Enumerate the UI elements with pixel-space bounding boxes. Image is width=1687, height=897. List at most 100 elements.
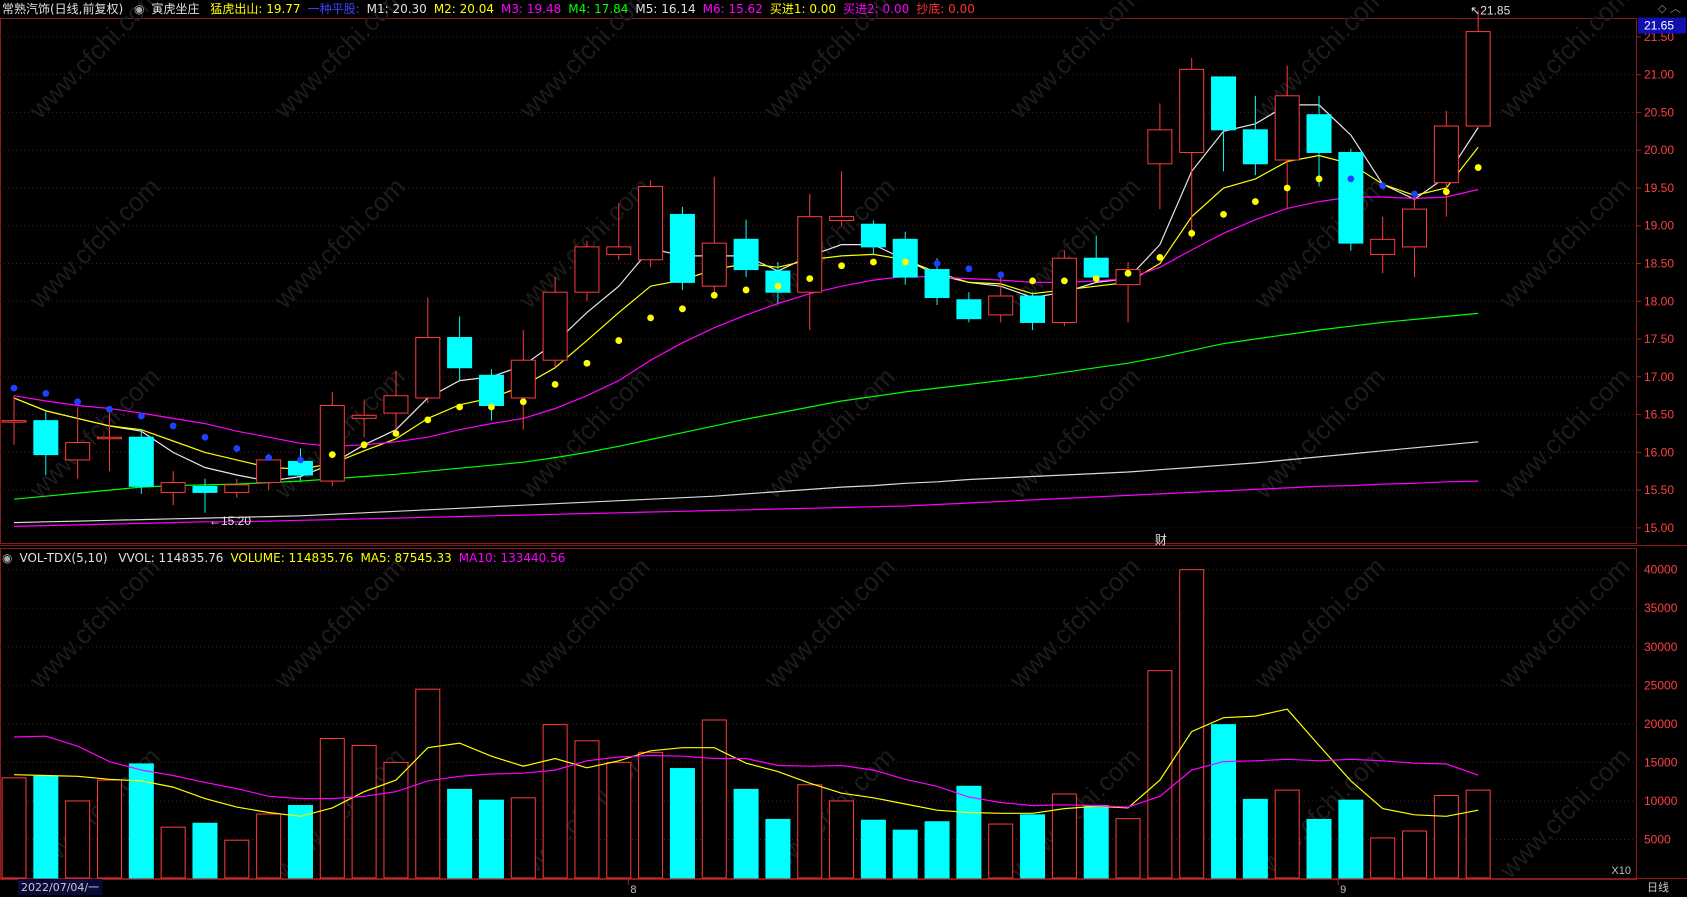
candle-body bbox=[1020, 295, 1046, 323]
volume-bar bbox=[1338, 799, 1364, 879]
candle-body bbox=[96, 436, 122, 440]
candle-body bbox=[956, 299, 982, 320]
watermark: www.cfchi.com bbox=[1247, 361, 1390, 504]
watermark: www.cfchi.com bbox=[1002, 551, 1145, 694]
signal-dot bbox=[1220, 211, 1227, 218]
volume-bar bbox=[351, 744, 377, 879]
candle-body bbox=[1433, 125, 1459, 184]
signal-dot bbox=[519, 398, 527, 406]
candle-body bbox=[383, 395, 409, 414]
window-controls[interactable]: ◇ ︿ bbox=[1658, 0, 1681, 18]
volume-bar bbox=[1211, 724, 1237, 879]
volume-indicator-name[interactable]: VOL-TDX(5,10) bbox=[19, 551, 107, 565]
candle-body bbox=[1402, 208, 1428, 248]
indicator-selector-icon[interactable]: ◉ bbox=[2, 551, 12, 565]
price-tick-label: 17.50 bbox=[1644, 332, 1674, 346]
watermark: www.cfchi.com bbox=[22, 171, 165, 314]
stock-name[interactable]: 常熟汽饰(日线,前复权) bbox=[2, 2, 123, 16]
signal-dot bbox=[838, 262, 845, 270]
signal-dot bbox=[1251, 198, 1259, 205]
candle-body bbox=[829, 216, 855, 221]
header-value-10: 抄底: 0.00 bbox=[916, 2, 975, 16]
volume-bar bbox=[1083, 805, 1109, 879]
signal-dot bbox=[137, 412, 145, 420]
volume-bar bbox=[1242, 798, 1268, 879]
timeframe-label[interactable]: 日线 bbox=[1647, 879, 1669, 895]
volume-bar bbox=[1051, 793, 1077, 879]
month-label: 8 bbox=[630, 884, 636, 896]
watermark: www.cfchi.com bbox=[1492, 361, 1635, 504]
indicator-selector-icon[interactable]: ◉ bbox=[134, 2, 144, 16]
volume-header-value-0: VVOL: 114835.76 bbox=[118, 551, 224, 565]
watermark: www.cfchi.com bbox=[267, 551, 410, 694]
candle-body bbox=[733, 238, 759, 271]
candle-body bbox=[892, 238, 918, 278]
diamond-icon[interactable]: ◇ bbox=[1658, 2, 1666, 15]
volume-bar bbox=[224, 839, 250, 879]
price-tick-label: 15.50 bbox=[1644, 483, 1674, 497]
volume-bar bbox=[797, 784, 823, 879]
ma-line-M2 bbox=[13, 146, 1479, 470]
header-value-7: M6: 15.62 bbox=[702, 2, 763, 16]
volume-bar bbox=[701, 719, 727, 879]
candle-body bbox=[160, 482, 186, 493]
signal-dot bbox=[901, 258, 909, 266]
signal-dot bbox=[1442, 188, 1450, 196]
signal-dot bbox=[1124, 269, 1132, 277]
volume-bar bbox=[1370, 837, 1396, 879]
low-price-annotation: ←15.20 bbox=[209, 514, 251, 528]
header-value-3: M2: 20.04 bbox=[433, 2, 495, 16]
chevron-up-icon[interactable]: ︿ bbox=[1670, 2, 1681, 15]
watermark: www.cfchi.com bbox=[1247, 551, 1390, 694]
price-tick-label: 18.00 bbox=[1644, 294, 1674, 308]
candle-body bbox=[606, 246, 632, 255]
header-value-4: M3: 19.48 bbox=[501, 2, 562, 16]
candle-body bbox=[224, 484, 250, 493]
candle-body bbox=[65, 442, 91, 461]
volume-bar bbox=[542, 724, 568, 879]
signal-dot bbox=[265, 454, 273, 462]
volume-bar bbox=[1306, 818, 1332, 879]
month-label: 9 bbox=[1340, 884, 1346, 896]
candle-body bbox=[1465, 31, 1491, 127]
candle-body bbox=[1338, 151, 1364, 244]
price-tick-label: 19.00 bbox=[1644, 219, 1674, 233]
signal-dot bbox=[42, 390, 50, 397]
volume-tick-label: 30000 bbox=[1644, 640, 1678, 654]
volume-tick-label: 35000 bbox=[1644, 601, 1678, 615]
price-tick-label: 20.50 bbox=[1644, 105, 1674, 119]
header-value-9: 买进2: 0.00 bbox=[843, 2, 910, 16]
candle-body bbox=[1274, 95, 1300, 161]
candle-body bbox=[287, 460, 313, 476]
watermark: www.cfchi.com bbox=[757, 361, 900, 504]
candle-body bbox=[924, 269, 950, 298]
watermark: www.cfchi.com bbox=[1492, 171, 1635, 314]
signal-dot bbox=[615, 337, 623, 344]
indicator-name[interactable]: 寅虎坐庄 bbox=[152, 2, 200, 16]
watermark: www.cfchi.com bbox=[512, 551, 655, 694]
signal-dot bbox=[1347, 175, 1355, 183]
current-price-label: 21.65 bbox=[1644, 19, 1674, 33]
volume-bar bbox=[160, 826, 186, 879]
signal-dot bbox=[233, 445, 241, 452]
candle-body bbox=[1211, 76, 1237, 131]
price-tick-label: 16.50 bbox=[1644, 408, 1674, 422]
signal-dot bbox=[742, 286, 750, 294]
event-marker: 财 bbox=[1155, 533, 1167, 547]
volume-bar bbox=[1433, 795, 1459, 879]
candle-body bbox=[860, 223, 886, 248]
candle-body bbox=[1306, 114, 1332, 153]
watermark: www.cfchi.com bbox=[1002, 361, 1145, 504]
signal-dot bbox=[360, 441, 368, 449]
candle-body bbox=[1083, 257, 1109, 278]
signal-dot bbox=[1474, 164, 1482, 171]
candle-body bbox=[510, 359, 536, 399]
volume-bar bbox=[33, 775, 59, 879]
volume-tick-label: 25000 bbox=[1644, 678, 1678, 692]
volume-bar bbox=[956, 785, 982, 879]
signal-dot bbox=[710, 291, 718, 299]
volume-ratio-label: X10 bbox=[1611, 865, 1631, 877]
candle-body bbox=[256, 459, 282, 484]
candlestick-chart[interactable]: 21.5021.0020.5020.0019.5019.0018.5018.00… bbox=[0, 0, 1687, 897]
signal-dot bbox=[965, 265, 973, 273]
